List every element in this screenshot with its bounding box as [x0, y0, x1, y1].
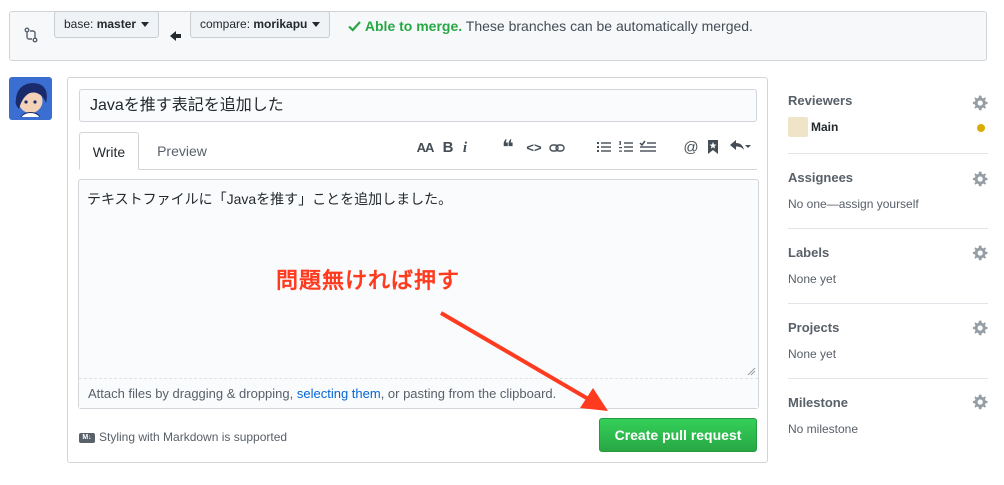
mention-icon[interactable]: @ [683, 138, 699, 158]
base-branch-name: master [96, 17, 137, 31]
reviewers-title[interactable]: Reviewers [788, 93, 852, 108]
sidebar-divider [788, 303, 988, 304]
markdown-note: M↓ Styling with Markdown is supported [79, 428, 287, 446]
quote-icon[interactable]: ❝ [500, 138, 516, 158]
gear-icon[interactable] [971, 244, 989, 262]
projects-title[interactable]: Projects [788, 320, 839, 335]
annotation-text: 問題無ければ押す [276, 268, 461, 293]
pr-title-input[interactable]: Javaを推す表記を追加した [79, 89, 757, 122]
chevron-down-icon [141, 22, 150, 28]
italic-icon[interactable]: i [459, 138, 471, 158]
assignees-title[interactable]: Assignees [788, 170, 853, 185]
merge-status: Able to merge. These branches can be aut… [348, 16, 753, 36]
compare-branch-selector[interactable]: compare: morikapu [190, 11, 331, 38]
base-prefix: base: [64, 17, 94, 31]
numbered-list-icon[interactable] [618, 139, 634, 155]
file-drop-hint[interactable]: Attach files by dragging & dropping, sel… [79, 378, 758, 408]
reviewer-name[interactable]: Main [811, 120, 838, 134]
pr-body-text: テキストファイルに「Javaを推す」ことを追加しました。 [87, 191, 453, 207]
milestone-title[interactable]: Milestone [788, 395, 848, 410]
labels-title[interactable]: Labels [788, 245, 829, 260]
create-pull-request-button[interactable]: Create pull request [599, 418, 757, 452]
compare-prefix: compare: [200, 17, 251, 31]
sidebar-divider [788, 378, 988, 379]
task-list-icon[interactable] [639, 139, 657, 155]
labels-value: None yet [788, 272, 837, 286]
gear-icon[interactable] [971, 94, 989, 112]
reviewer-avatar[interactable] [788, 117, 808, 137]
header-icon[interactable]: AA [416, 138, 435, 158]
select-files-link[interactable]: selecting them [297, 386, 381, 401]
drop-hint-text-end: , or pasting from the clipboard. [380, 386, 557, 401]
milestone-value: No milestone [788, 422, 859, 436]
assignees-value[interactable]: No one—assign yourself [788, 197, 919, 211]
markdown-note-text[interactable]: Styling with Markdown is supported [99, 430, 287, 444]
gear-icon[interactable] [971, 319, 989, 337]
tab-preview[interactable]: Preview [142, 132, 222, 170]
gear-icon[interactable] [971, 170, 989, 188]
reviewer-status-dot [977, 124, 985, 132]
sidebar-divider [788, 228, 988, 229]
tab-write[interactable]: Write [79, 132, 139, 170]
code-icon[interactable]: <> [525, 138, 543, 158]
merge-message: These branches can be automatically merg… [465, 18, 753, 34]
check-icon [348, 21, 361, 32]
link-icon[interactable] [549, 140, 565, 156]
gear-icon[interactable] [971, 393, 989, 411]
base-branch-selector[interactable]: base: master [54, 11, 160, 38]
bullet-list-icon[interactable] [596, 139, 612, 155]
arrow-left-icon [170, 31, 181, 41]
avatar[interactable] [9, 77, 52, 120]
bookmark-icon[interactable] [707, 139, 719, 155]
markdown-icon: M↓ [79, 432, 95, 443]
compare-branch-name: morikapu [253, 17, 308, 31]
resize-handle-icon[interactable] [746, 366, 756, 376]
git-compare-icon [24, 27, 38, 43]
sidebar-divider [788, 153, 988, 154]
reply-icon[interactable] [729, 139, 751, 155]
merge-ok-text: Able to merge. [364, 18, 463, 34]
bold-icon[interactable]: B [441, 138, 455, 158]
drop-hint-text: Attach files by dragging & dropping, [88, 386, 297, 401]
chevron-down-icon [312, 22, 321, 28]
projects-value: None yet [788, 347, 837, 361]
